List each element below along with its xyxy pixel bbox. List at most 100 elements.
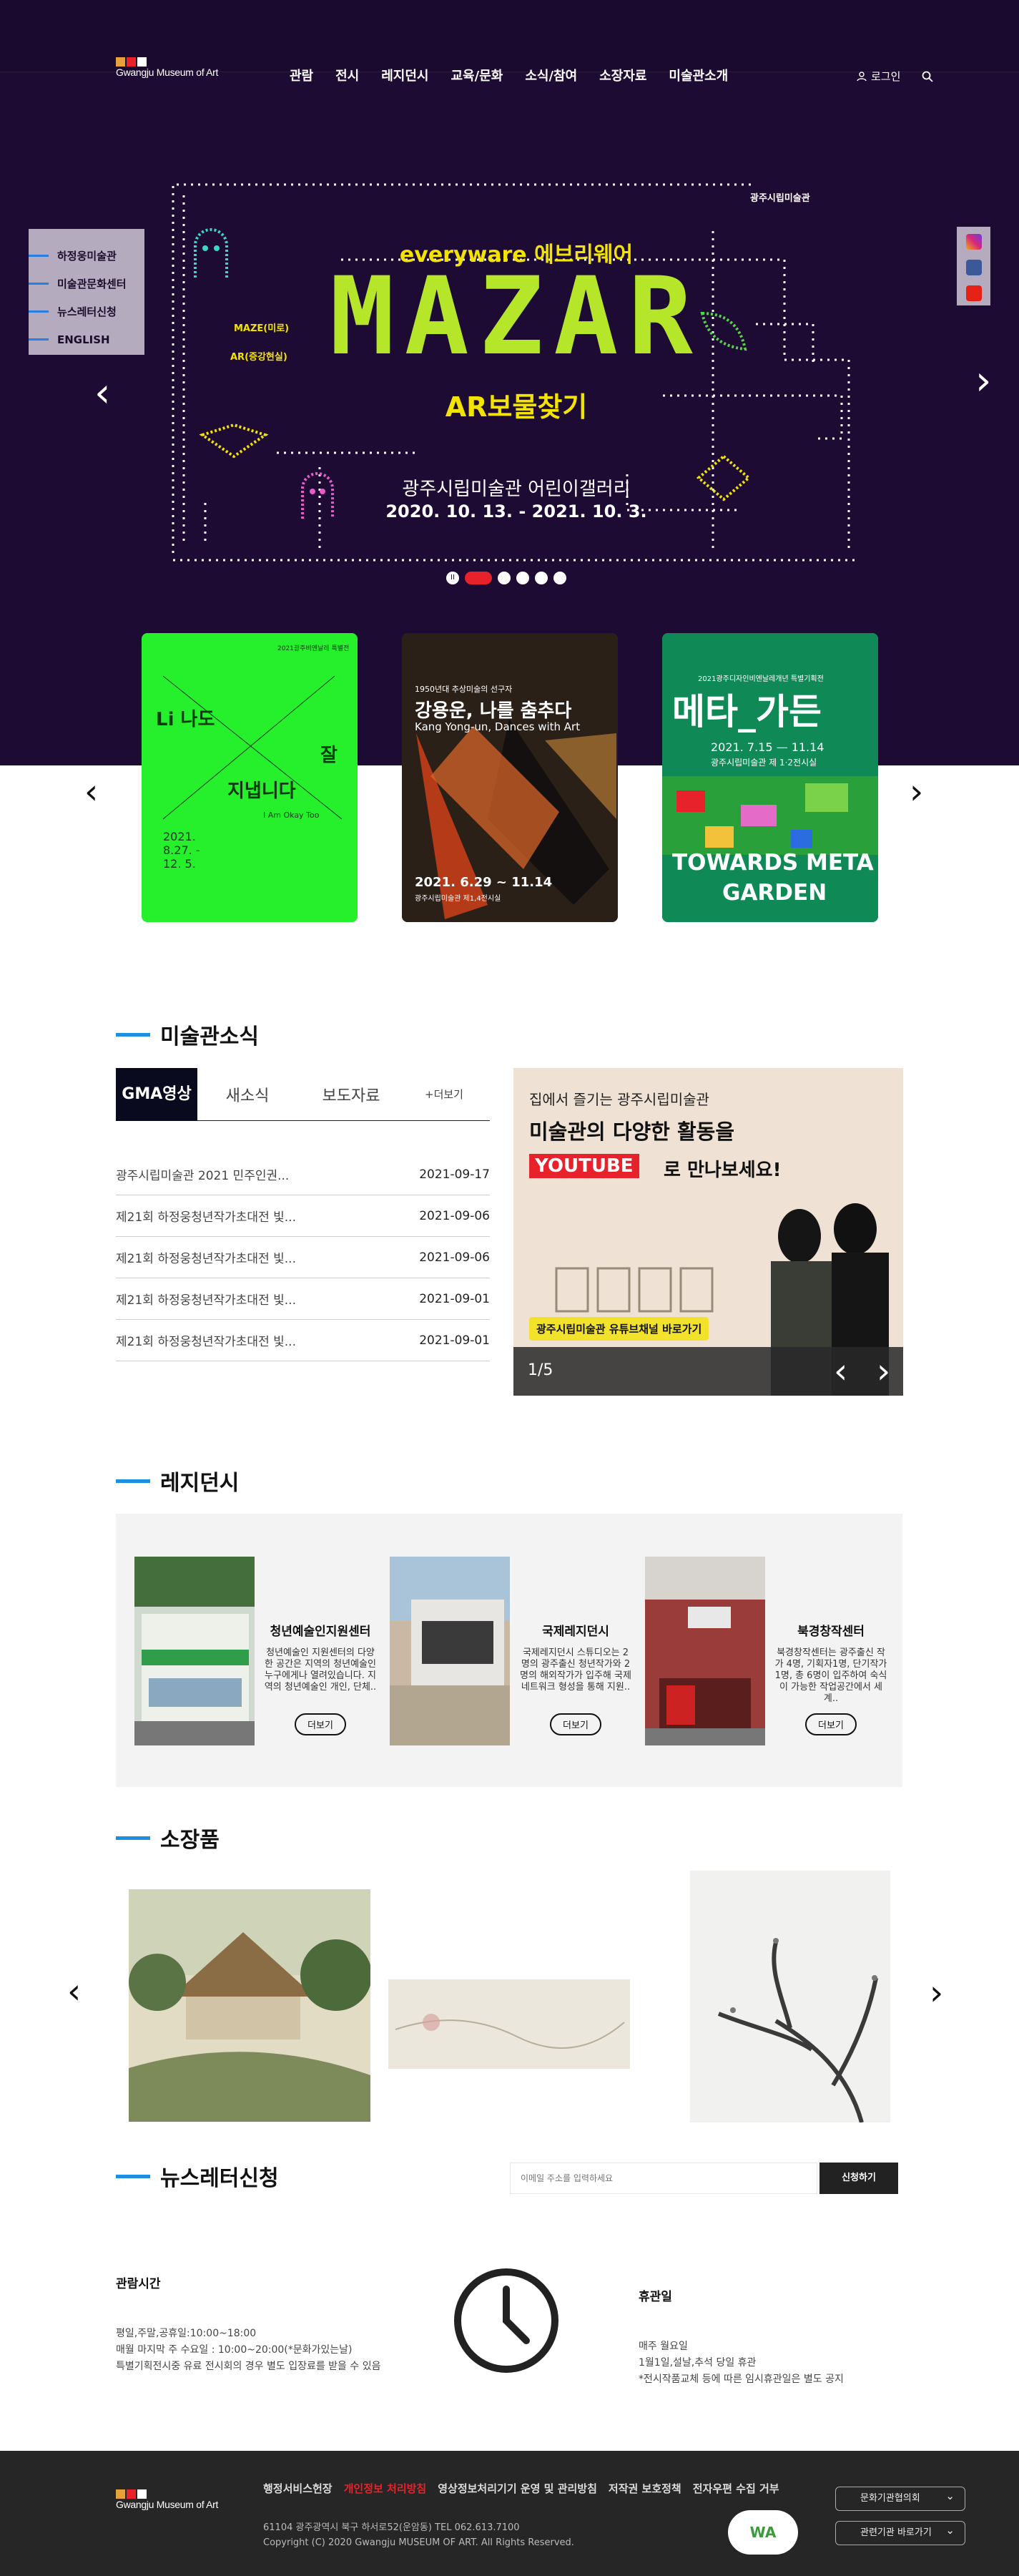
collection-next-arrow[interactable]: › [930,1976,943,2010]
banner-dot[interactable] [535,572,548,584]
residency-more-button[interactable]: 더보기 [295,1713,346,1735]
poster-next-arrow[interactable]: › [910,775,923,809]
main-nav: 관람 전시 레지던시 교육/문화 소식/참여 소장자료 미술관소개 [290,66,728,84]
poster-title: 메타_가든 [672,691,822,733]
banner-next-arrow[interactable]: › [975,361,991,401]
banner-pagination: II [446,572,566,584]
nav-item-visit[interactable]: 관람 [290,66,313,84]
login-label: 로그인 [871,70,901,83]
quick-item-culture-center[interactable]: 미술관문화센터 [29,270,144,298]
pause-icon[interactable]: II [446,572,459,584]
footer-logo[interactable]: Gwangju Museum of Art [116,2489,218,2510]
nav-item-education[interactable]: 교육/문화 [451,66,503,84]
wa-badge: WA [728,2510,798,2555]
instagram-icon[interactable] [965,234,982,250]
poster-prev-arrow[interactable]: ‹ [84,775,98,809]
nav-item-about[interactable]: 미술관소개 [669,66,728,84]
promo-prev-arrow[interactable]: ‹ [834,1351,847,1391]
residency-card[interactable]: 북경창작센터북경창작센터는 광주출신 작가 4명, 기획자1명, 단기작가 1명… [645,1557,888,1745]
poster-card[interactable]: 2021광주디자인비엔날레개년 특별기획전 메타_가든 2021. 7.15 —… [662,633,878,922]
main-banner[interactable]: everyware 에브리웨어 MAZAR MAZE(미로) AR(증강현실) … [169,181,863,567]
news-section-title: 미술관소식 [116,1019,259,1050]
tab-press[interactable]: 보도자료 [297,1083,405,1106]
footer-link-copyright[interactable]: 저작권 보호정책 [609,2481,681,2496]
footer-link-charter[interactable]: 행정서비스헌장 [263,2481,333,2496]
nav-item-news[interactable]: 소식/참여 [525,66,577,84]
poster-title: 강용운, 나를 춤추다 [415,700,572,722]
residency-name: 국제레지던시 [542,1625,609,1639]
residency-panel: 청년예술인지원센터청년예술인 지원센터의 다양한 공간은 지역의 청년예술인 누… [116,1514,902,1787]
tab-news[interactable]: 새소식 [197,1083,297,1106]
yellow-diamond-icon [696,454,752,501]
news-list-item[interactable]: 제21회 하정웅청년작가초대전 빛... 2021-09-01 [116,1278,490,1320]
residency-desc: 북경창작센터는 광주출신 작가 4명, 기획자1명, 단기작가 1명, 총 6명… [774,1647,887,1704]
login-link[interactable]: 로그인 [857,69,900,84]
news-promo-slide[interactable]: 집에서 즐기는 광주시립미술관 미술관의 다양한 활동을 YOUTUBE 로 만… [513,1068,903,1396]
news-more-link[interactable]: +더보기 [405,1087,483,1102]
banner-prev-arrow[interactable]: ‹ [94,373,110,413]
promo-line2: 미술관의 다양한 활동을 [529,1120,734,1144]
residency-more-button[interactable]: 더보기 [805,1713,857,1735]
nav-item-residency[interactable]: 레지던시 [381,66,428,84]
footer-select-related[interactable]: 관련기관 바로가기 [835,2519,965,2545]
footer-link-email-refusal[interactable]: 전자우편 수집 거부 [693,2481,779,2496]
news-list-item[interactable]: 제21회 하정웅청년작가초대전 빛... 2021-09-01 [116,1320,490,1361]
banner-gallery: 광주시립미술관 어린이갤러리 [402,479,631,500]
closed-days: 휴관일 매주 월요일 1월1일,설날,추석 당일 휴관 *전시작품교체 등에 따… [639,2286,910,2388]
residency-card[interactable]: 국제레지던시 국제레지던시 스튜디오는 2명의 광주출신 청년작가와 2명의 해외… [390,1557,633,1745]
banner-dot[interactable] [553,572,566,584]
quick-item-english[interactable]: ENGLISH [29,325,144,353]
poster-subtitle: Kang Yong-un, Dances with Art [415,720,581,733]
footer-link-privacy[interactable]: 개인정보 처리방침 [344,2481,427,2496]
collection-artwork[interactable] [129,1889,370,2122]
yellow-shell-icon [199,423,269,459]
promo-next-arrow[interactable]: › [877,1351,890,1391]
poster-card[interactable]: 1950년대 추상미술의 선구자 강용운, 나를 춤추다 Kang Yong-u… [402,633,618,922]
residency-desc: 청년예술인 지원센터의 다양한 공간은 지역의 청년예술인 누구에게나 열려있습… [264,1647,377,1693]
tab-gma-video[interactable]: GMA영상 [116,1067,197,1121]
collection-prev-arrow[interactable]: ‹ [67,1974,81,2009]
banner-dot[interactable] [516,572,529,584]
residency-more-button[interactable]: 더보기 [550,1713,601,1735]
residency-photo [390,1557,510,1745]
residency-name: 청년예술인지원센터 [270,1625,371,1639]
footer-logo-text: Gwangju Museum of Art [116,2499,219,2510]
banner-dot-active[interactable] [465,572,492,584]
news-list-item[interactable]: 제21회 하정웅청년작가초대전 빛... 2021-09-06 [116,1195,490,1237]
facebook-icon[interactable] [965,260,982,275]
user-icon [857,71,867,81]
newsletter-submit-button[interactable]: 신청하기 [819,2163,898,2194]
collection-artwork[interactable] [690,1871,890,2122]
footer-address: 61104 광주광역시 북구 하서로52(운암동) TEL 062.613.71… [263,2522,520,2533]
quick-item-newsletter[interactable]: 뉴스레터신청 [29,298,144,325]
footer-link-cctv[interactable]: 영상정보처리기기 운영 및 관리방침 [438,2481,597,2496]
logo-mark [116,2489,218,2499]
quick-item-hajungwoong[interactable]: 하정웅미술관 [29,242,144,270]
newsletter-section-title: 뉴스레터신청 [116,2160,279,2192]
opening-hours-line: 평일,주말,공휴일:10:00~18:00 [116,2328,257,2339]
residency-name: 북경창작센터 [797,1625,865,1639]
news-tabs: GMA영상 새소식 보도자료 +더보기 [116,1067,490,1121]
poster-venue: 광주시립미술관 제1,4전시실 [415,895,501,903]
collection-artwork[interactable] [388,1979,630,2069]
opening-hours-line: 특별기획전시중 유료 전시회의 경우 별도 입장료를 받을 수 있음 [116,2361,381,2372]
poster-card[interactable]: 2021광주비엔날레 특별전 Li 나도 잘 지냅니다 I Am Okay To… [142,633,358,922]
footer-select-culture[interactable]: 문화기관협의회 [835,2484,965,2511]
nav-item-collection[interactable]: 소장자료 [599,66,646,84]
youtube-icon[interactable] [965,285,982,301]
site-logo[interactable]: Gwangju Museum of Art [116,57,218,78]
news-list-item[interactable]: 제21회 하정웅청년작가초대전 빛... 2021-09-06 [116,1237,490,1278]
banner-dot[interactable] [498,572,511,584]
clock-icon [454,2268,558,2373]
closed-days-line: 매주 월요일 [639,2341,688,2352]
search-icon[interactable] [922,71,934,82]
residency-card[interactable]: 청년예술인지원센터청년예술인 지원센터의 다양한 공간은 지역의 청년예술인 누… [134,1557,378,1745]
newsletter-email-input[interactable] [510,2163,817,2194]
utility-menu: 로그인 [857,69,934,84]
news-list-item[interactable]: 광주시립미술관 2021 민주인권... 2021-09-17 [116,1154,490,1195]
nav-item-exhibition[interactable]: 전시 [335,66,359,84]
poster-dates: 2021. 7.15 — 11.14 [711,740,824,754]
opening-hours: 관람시간 평일,주말,공휴일:10:00~18:00 매월 마지막 주 수요일 … [116,2273,388,2375]
residency-photo [645,1557,765,1745]
promo-channel-tag[interactable]: 광주시립미술관 유튜브채널 바로가기 [529,1317,709,1341]
